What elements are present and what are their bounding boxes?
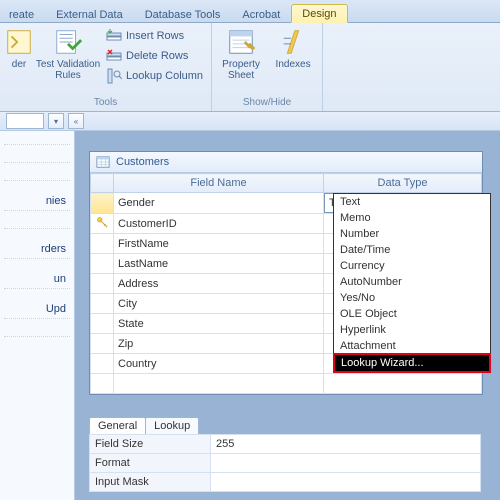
dropdown-option[interactable]: Number <box>334 226 490 242</box>
ribbon-tab-database-tools[interactable]: Database Tools <box>134 5 232 23</box>
ribbon-tab-external-data[interactable]: External Data <box>45 5 134 23</box>
insert-rows-icon <box>106 28 122 44</box>
lookup-column-icon <box>106 68 122 84</box>
workspace: nies rders un Upd Customers Field Name D… <box>0 131 500 500</box>
properties-tab-lookup[interactable]: Lookup <box>145 417 199 434</box>
nav-item[interactable] <box>4 225 70 229</box>
sub-toolbar: ▾ « <box>0 112 500 131</box>
insert-rows-button[interactable]: Insert Rows <box>104 27 205 45</box>
group-label-showhide: Show/Hide <box>218 95 316 111</box>
nav-item[interactable]: nies <box>4 195 70 211</box>
navpane-toggle[interactable]: ▾ <box>48 113 64 129</box>
dropdown-option[interactable]: Attachment <box>334 338 490 354</box>
indexes-icon <box>278 27 308 57</box>
nav-item[interactable]: rders <box>4 243 70 259</box>
property-value[interactable] <box>211 473 481 492</box>
insert-rows-label: Insert Rows <box>126 30 184 42</box>
property-row[interactable]: Input Mask <box>90 473 481 492</box>
row-selector[interactable] <box>91 234 114 254</box>
dropdown-option[interactable]: Date/Time <box>334 242 490 258</box>
dropdown-option[interactable]: Currency <box>334 258 490 274</box>
dropdown-option[interactable]: AutoNumber <box>334 274 490 290</box>
lookup-column-label: Lookup Column <box>126 70 203 82</box>
navigation-pane[interactable]: nies rders un Upd <box>0 131 75 500</box>
row-selector[interactable] <box>91 274 114 294</box>
table-window-title: Customers <box>116 156 169 168</box>
dropdown-option[interactable]: Yes/No <box>334 290 490 306</box>
ribbon-group-tools: der Test Validation Rules Insert Rows De… <box>0 23 212 111</box>
dropdown-option[interactable]: Hyperlink <box>334 322 490 338</box>
builder-button-fragment[interactable]: der <box>6 25 32 70</box>
field-name-cell[interactable]: LastName <box>114 254 324 274</box>
field-properties-pane: General Lookup Field Size255FormatInput … <box>89 417 481 492</box>
nav-item[interactable] <box>4 141 70 145</box>
property-name: Input Mask <box>90 473 211 492</box>
column-header-datatype[interactable]: Data Type <box>324 174 482 193</box>
nav-item[interactable] <box>4 159 70 163</box>
indexes-button[interactable]: Indexes <box>270 25 316 70</box>
properties-tab-general[interactable]: General <box>89 417 146 434</box>
dropdown-option[interactable]: OLE Object <box>334 306 490 322</box>
property-value[interactable]: 255 <box>211 435 481 454</box>
field-name-cell[interactable]: State <box>114 314 324 334</box>
delete-rows-label: Delete Rows <box>126 50 188 62</box>
field-name-cell[interactable]: CustomerID <box>114 214 324 234</box>
row-selector[interactable] <box>91 193 114 214</box>
field-name-cell[interactable]: Zip <box>114 334 324 354</box>
dropdown-option[interactable]: Text <box>334 194 490 210</box>
field-name-cell[interactable]: City <box>114 294 324 314</box>
nav-item[interactable] <box>4 177 70 181</box>
property-row[interactable]: Format <box>90 454 481 473</box>
row-selector[interactable] <box>91 314 114 334</box>
field-name-cell[interactable]: Country <box>114 354 324 374</box>
ribbon-tab-acrobat[interactable]: Acrobat <box>231 5 291 23</box>
delete-rows-button[interactable]: Delete Rows <box>104 47 205 65</box>
property-row[interactable]: Field Size255 <box>90 435 481 454</box>
property-value[interactable] <box>211 454 481 473</box>
row-selector[interactable] <box>91 294 114 314</box>
ribbon-group-showhide: Property Sheet Indexes Show/Hide <box>212 23 323 111</box>
field-name-cell[interactable]: Gender <box>114 193 324 214</box>
select-all-corner[interactable] <box>91 174 114 193</box>
delete-rows-icon <box>106 48 122 64</box>
validation-icon <box>53 27 83 57</box>
datasheet-icon <box>96 155 110 169</box>
column-header-fieldname[interactable]: Field Name <box>114 174 324 193</box>
ribbon-tab-create[interactable]: reate <box>4 5 45 23</box>
field-name-cell[interactable]: Address <box>114 274 324 294</box>
dropdown-option[interactable]: Memo <box>334 210 490 226</box>
builder-icon <box>4 27 34 57</box>
lookup-column-button[interactable]: Lookup Column <box>104 67 205 85</box>
test-validation-rules-button[interactable]: Test Validation Rules <box>38 25 98 81</box>
row-selector[interactable] <box>91 374 114 394</box>
property-sheet-icon <box>226 27 256 57</box>
group-label-tools: Tools <box>6 95 205 111</box>
property-name: Field Size <box>90 435 211 454</box>
nav-item[interactable]: un <box>4 273 70 289</box>
property-name: Format <box>90 454 211 473</box>
row-selector[interactable] <box>91 354 114 374</box>
rows-commands: Insert Rows Delete Rows Lookup Column <box>104 25 205 85</box>
unknown-dropdown[interactable] <box>6 113 44 129</box>
ribbon-tab-design[interactable]: Design <box>291 4 347 23</box>
primary-key-icon <box>96 216 108 228</box>
navpane-collapse[interactable]: « <box>68 113 84 129</box>
field-name-cell[interactable] <box>114 374 324 394</box>
table-window-titlebar[interactable]: Customers <box>90 152 482 173</box>
row-selector[interactable] <box>91 214 114 234</box>
dropdown-option[interactable]: Lookup Wizard... <box>333 353 491 373</box>
data-type-dropdown[interactable]: TextMemoNumberDate/TimeCurrencyAutoNumbe… <box>333 193 491 373</box>
property-sheet-button[interactable]: Property Sheet <box>218 25 264 81</box>
ribbon-tabs: reate External Data Database Tools Acrob… <box>0 0 500 23</box>
design-row-empty[interactable] <box>91 374 482 394</box>
data-type-cell[interactable] <box>324 374 482 394</box>
client-area: Customers Field Name Data Type Gender Tex… <box>75 131 500 500</box>
row-selector[interactable] <box>91 334 114 354</box>
properties-grid[interactable]: Field Size255FormatInput Mask <box>89 434 481 492</box>
row-selector[interactable] <box>91 254 114 274</box>
nav-item[interactable] <box>4 333 70 337</box>
nav-item[interactable]: Upd <box>4 303 70 319</box>
field-name-cell[interactable]: FirstName <box>114 234 324 254</box>
ribbon: der Test Validation Rules Insert Rows De… <box>0 23 500 112</box>
